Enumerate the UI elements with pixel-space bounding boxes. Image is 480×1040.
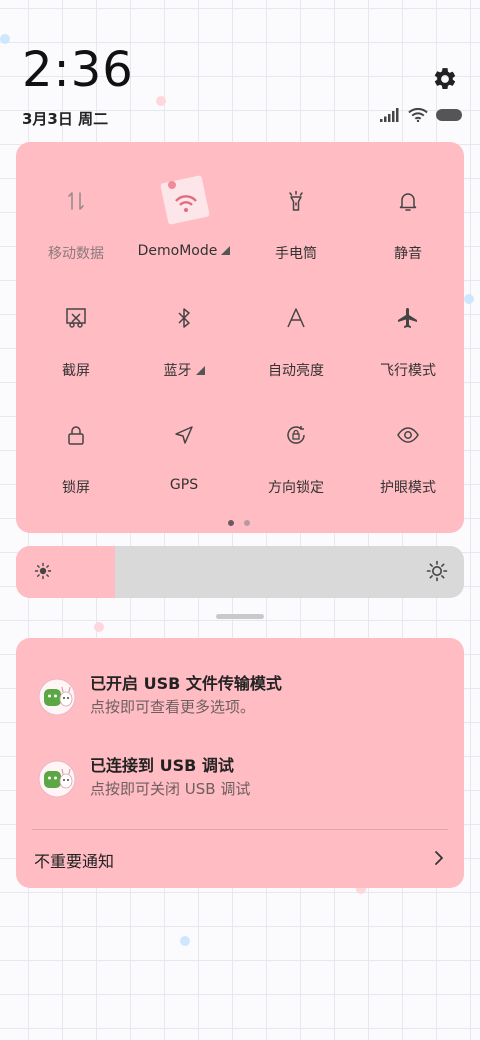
background-dot [180,936,190,946]
airplane-icon [398,308,417,328]
unimportant-notifications-link[interactable]: 不重要通知 [34,848,114,872]
notification-subtitle: 点按即可关闭 USB 调试 [90,780,251,798]
bell-icon [399,193,417,211]
clock: 2:36 [22,42,134,98]
location-icon [175,426,193,444]
tile-airplane[interactable]: 飞行模式 [352,262,464,379]
notification-usb-debugging[interactable]: 已连接到 USB 调试 点按即可关闭 USB 调试 [16,752,464,812]
brightness-high-icon [426,560,448,582]
tile-label: 蓝牙 [128,360,240,380]
tile-flashlight[interactable]: 手电筒 [240,145,352,262]
tile-lock-screen[interactable]: 锁屏 [20,379,132,496]
signal-icon [380,108,399,122]
bluetooth-icon [178,308,190,328]
notification-panel: 已开启 USB 文件传输模式 点按即可查看更多选项。 已连接到 USB 调试 点… [16,638,464,888]
eye-icon [397,427,419,443]
background-dot [0,34,10,44]
android-system-icon [38,678,76,716]
tile-eye-care[interactable]: 护眼模式 [352,379,464,496]
tile-label-text: 蓝牙 [163,363,192,379]
android-system-icon [38,760,76,798]
tile-label: 护眼模式 [380,480,436,496]
background-dot [464,294,474,304]
notification-title: 已开启 USB 文件传输模式 [90,674,282,693]
divider [32,829,448,830]
tile-label: 截屏 [62,363,90,379]
notification-title: 已连接到 USB 调试 [90,756,234,775]
tile-silent[interactable]: 静音 [352,145,464,262]
expand-triangle-icon[interactable] [221,246,231,255]
page-dot [244,520,250,526]
background-dot [156,96,166,106]
tile-label: 自动亮度 [268,363,324,379]
tile-demomode[interactable]: DemoMode [128,145,240,259]
drag-handle[interactable] [216,614,264,619]
notification-subtitle: 点按即可查看更多选项。 [90,698,256,716]
gear-icon[interactable] [432,66,458,92]
tile-gps[interactable]: GPS [128,379,240,493]
tile-auto-brightness[interactable]: 自动亮度 [240,262,352,379]
lock-icon [68,426,84,445]
tile-label: 方向锁定 [268,480,324,496]
rotation-lock-icon [287,426,305,444]
date: 3月3日 周二 [22,110,109,128]
wifi-icon [408,108,428,122]
chevron-right-icon[interactable] [432,849,446,867]
status-icons [380,108,462,122]
tile-bluetooth[interactable]: 蓝牙 [128,262,240,379]
background-dot [94,622,104,632]
tile-label: GPS [169,477,199,493]
tile-label: 移动数据 [48,246,104,262]
page-indicator [228,520,250,526]
mobile-data-icon [68,192,84,210]
tile-label-text: DemoMode [137,243,218,259]
flashlight-icon [289,190,303,211]
quick-settings-panel: 移动数据 DemoMode 手电筒 静音 截屏 蓝牙 自动亮度 飞行模式 锁屏 … [16,142,464,533]
auto-brightness-icon [287,308,305,328]
tile-label: 飞行模式 [380,363,436,379]
tile-label: 锁屏 [62,480,90,496]
brightness-fill [16,546,115,598]
tile-mobile-data[interactable]: 移动数据 [20,145,132,262]
tile-label: 手电筒 [275,246,317,262]
screenshot-icon [66,308,86,328]
notification-usb-transfer[interactable]: 已开启 USB 文件传输模式 点按即可查看更多选项。 [16,670,464,730]
tile-label: 静音 [394,246,422,262]
wifi-icon [160,175,210,225]
page-dot-active [228,520,234,526]
tile-screenshot[interactable]: 截屏 [20,262,132,379]
brightness-low-icon [34,562,52,580]
brightness-slider[interactable] [16,546,464,598]
expand-triangle-icon[interactable] [195,366,205,375]
tile-label: DemoMode [128,243,240,259]
tile-rotation-lock[interactable]: 方向锁定 [240,379,352,496]
battery-icon [436,109,462,121]
